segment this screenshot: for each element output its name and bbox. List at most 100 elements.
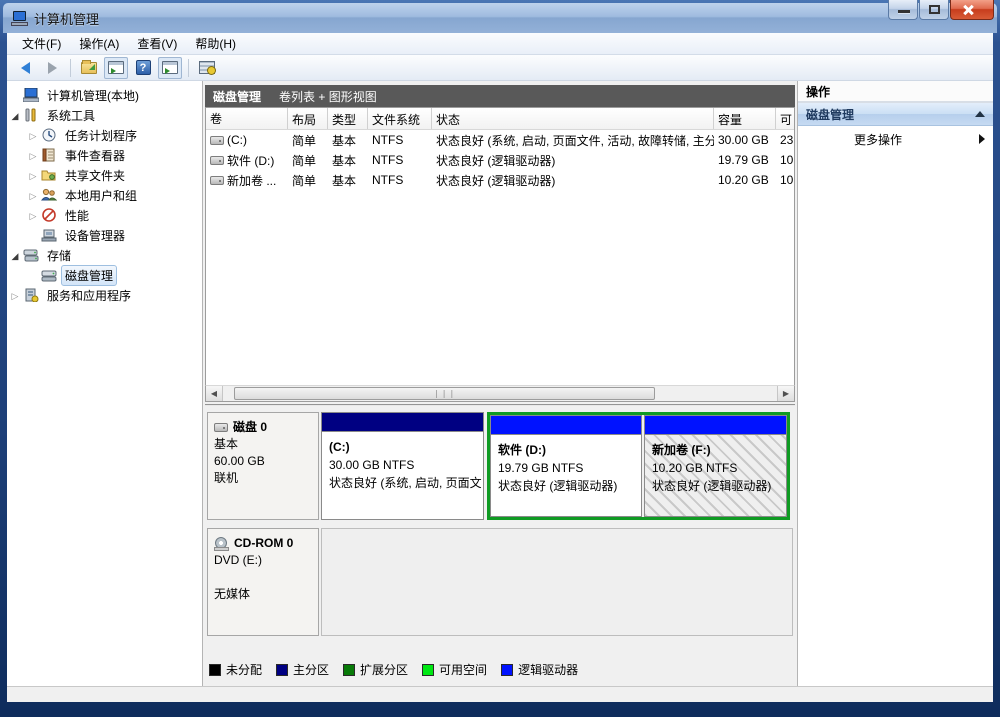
disk-0-label[interactable]: 磁盘 0 基本 60.00 GB 联机 [207,412,319,520]
tree-item-local-users-groups[interactable]: ▷ 本地用户和组 [7,185,202,205]
up-folder-icon [81,59,97,74]
tree-item-event-viewer[interactable]: ▷ 事件查看器 [7,145,202,165]
volume-filesystem: NTFS [372,153,404,167]
menu-bar: 文件(F) 操作(A) 查看(V) 帮助(H) [7,33,993,55]
expand-icon[interactable]: ▷ [30,151,37,161]
console-tree: 计算机管理(本地) ◢ 系统工具 ▷ 任务计划程序 ▷ 事件查看器 ▷ 共享文件… [7,81,203,686]
scroll-right-button[interactable]: ▶ [777,386,794,401]
legend-label: 主分区 [293,663,330,677]
volume-capacity: 30.00 GB [718,133,769,147]
tree-item-label: 任务计划程序 [65,128,138,143]
partition-size: 30.00 GB NTFS [329,458,415,472]
column-status[interactable]: 状态 [432,108,714,129]
pane-header: 磁盘管理 卷列表 + 图形视图 [205,85,795,107]
collapse-icon[interactable]: ◢ [12,251,19,261]
back-icon [20,61,30,74]
column-volume[interactable]: 卷 [206,108,288,129]
cdrom-0-label[interactable]: CD-ROM 0 DVD (E:) 无媒体 [207,528,319,636]
tree-item-shared-folders[interactable]: ▷ 共享文件夹 [7,165,202,185]
more-actions-item[interactable]: 更多操作 [798,126,993,152]
partition-size: 19.79 GB NTFS [498,461,584,475]
minimize-icon [898,10,910,13]
collapse-section-icon[interactable] [975,111,985,117]
scroll-left-button[interactable]: ◀ [206,386,223,401]
up-folder-button[interactable] [77,57,101,79]
table-row-c[interactable]: (C:) 简单 基本 NTFS 状态良好 (系统, 启动, 页面文件, 活动, … [206,130,794,150]
volume-free-space: 10 [780,153,794,167]
table-row-f[interactable]: 新加卷 ... 简单 基本 NTFS 状态良好 (逻辑驱动器) 10.20 GB… [206,170,794,190]
expand-icon[interactable]: ▷ [30,191,37,201]
tree-item-system-tools[interactable]: ◢ 系统工具 [7,105,202,125]
partition-c[interactable]: (C:) 30.00 GB NTFS 状态良好 (系统, 启动, 页面文 [321,412,484,520]
tree-item-device-manager[interactable]: 设备管理器 [7,225,202,245]
column-free-space[interactable]: 可 [776,108,794,129]
disk-icon [214,423,228,432]
legend-logical-drive: 逻辑驱动器 [501,661,578,678]
volume-list-body: (C:) 简单 基本 NTFS 状态良好 (系统, 启动, 页面文件, 活动, … [206,130,794,385]
actions-section-disk-management[interactable]: 磁盘管理 [798,103,993,126]
volume-filesystem: NTFS [372,173,404,187]
partition-f-selected[interactable]: 新加卷 (F:) 10.20 GB NTFS 状态良好 (逻辑驱动器) [644,415,787,517]
expand-icon[interactable]: ▷ [30,131,37,141]
title-bar[interactable]: 计算机管理 [3,3,997,33]
cdrom-0-row: CD-ROM 0 DVD (E:) 无媒体 [207,528,793,636]
disk-0-row: 磁盘 0 基本 60.00 GB 联机 (C:) 30.00 GB NTFS 状… [207,412,793,520]
volume-icon [210,135,224,145]
column-filesystem[interactable]: 文件系统 [368,108,432,129]
column-type[interactable]: 类型 [328,108,368,129]
volume-status: 状态良好 (逻辑驱动器) [436,173,556,188]
legend-extended-partition: 扩展分区 [343,661,408,678]
menu-view[interactable]: 查看(V) [128,33,186,54]
menu-action[interactable]: 操作(A) [70,33,128,54]
menu-file[interactable]: 文件(F) [13,33,70,54]
partition-f-color-bar [645,416,786,435]
expand-icon[interactable]: ▷ [30,171,37,181]
maximize-button[interactable] [919,0,949,20]
forward-button[interactable] [40,57,64,79]
volume-name: 新加卷 ... [227,173,277,188]
computer-management-window: 计算机管理 文件(F) 操作(A) 查看(V) 帮助(H) ? 计算机管理(本地… [0,0,1000,717]
column-layout[interactable]: 布局 [288,108,328,129]
cdrom-media-state: 无媒体 [214,587,251,601]
help-button[interactable]: ? [131,57,155,79]
partition-d[interactable]: 软件 (D:) 19.79 GB NTFS 状态良好 (逻辑驱动器) [490,415,642,517]
partition-name: 新加卷 (F:) [652,443,711,457]
back-button[interactable] [13,57,37,79]
console-tree-button[interactable] [104,56,128,79]
tree-item-disk-management[interactable]: 磁盘管理 [7,264,202,286]
tree-item-services-applications[interactable]: ▷ 服务和应用程序 [7,285,202,305]
menu-help[interactable]: 帮助(H) [186,33,245,54]
legend-label: 扩展分区 [360,663,409,677]
computer-icon [23,88,39,102]
partition-name: 软件 (D:) [498,443,546,457]
close-button[interactable] [950,0,994,20]
tree-item-label: 存储 [47,248,72,263]
volume-type: 基本 [332,133,357,148]
action-pane-button[interactable] [158,56,182,79]
export-button[interactable] [195,57,219,79]
cdrom-name: CD-ROM 0 [234,536,294,550]
cdrom-drive: DVD (E:) [214,553,262,567]
console-tree-icon [108,61,124,74]
volume-status: 状态良好 (逻辑驱动器) [436,153,556,168]
expand-icon[interactable]: ▷ [30,211,37,221]
legend-unallocated: 未分配 [209,661,262,678]
scrollbar-track[interactable]: ❘❘❘ [223,386,777,401]
tree-item-computer-management[interactable]: 计算机管理(本地) [7,85,202,105]
horizontal-scrollbar[interactable]: ◀ ❘❘❘ ▶ [205,385,795,402]
tree-item-label: 服务和应用程序 [47,288,132,303]
cdrom-empty-area [321,528,793,636]
expand-icon[interactable]: ▷ [12,291,19,301]
table-row-d[interactable]: 软件 (D:) 简单 基本 NTFS 状态良好 (逻辑驱动器) 19.79 GB… [206,150,794,170]
pane-title: 磁盘管理 [213,89,262,104]
shared-folders-icon [41,168,57,182]
scrollbar-thumb[interactable]: ❘❘❘ [234,387,656,400]
column-capacity[interactable]: 容量 [714,108,776,129]
export-icon [199,61,216,75]
tree-item-performance[interactable]: ▷ 性能 [7,205,202,225]
collapse-icon[interactable]: ◢ [12,111,19,121]
tree-item-storage[interactable]: ◢ 存储 [7,245,202,265]
minimize-button[interactable] [888,0,918,20]
tree-item-task-scheduler[interactable]: ▷ 任务计划程序 [7,125,202,145]
disk-management-icon [41,268,57,282]
